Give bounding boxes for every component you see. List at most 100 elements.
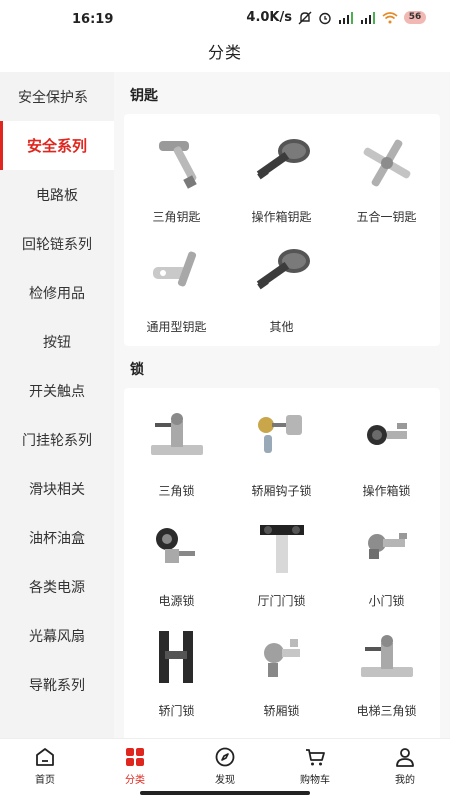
product-item[interactable]: 轿厢钩子锁 [229,394,334,504]
product-name: 五合一钥匙 [356,210,417,224]
battery-indicator: 56 [404,11,426,24]
nav-home[interactable]: 首页 [0,739,90,800]
product-grid-locks: 三角锁 轿厢钩子锁 操作箱锁 电源锁 厅门门锁 小门锁 轿门锁 轿厢锁 电梯三角… [124,388,440,738]
nav-label: 发现 [215,775,235,786]
status-bar: 16:19 4.0K/s 56 [0,0,450,38]
sidebar-item-label: 各类电源 [29,579,85,596]
product-item[interactable]: 其他 [229,230,334,340]
universal-key-image [142,238,212,308]
triangle-key-image [142,128,212,198]
status-time: 16:19 [72,12,114,27]
mute-icon [298,11,312,25]
product-name: 电源锁 [158,594,195,608]
network-speed: 4.0K/s [246,10,292,25]
sidebar-item-maintenance[interactable]: 检修用品 [0,268,114,317]
home-indicator [140,791,310,795]
nav-label: 分类 [125,775,145,786]
power-lock-image [142,512,212,582]
cart-icon [304,746,326,768]
compass-icon [214,746,236,768]
sidebar-item-return-chain[interactable]: 回轮链系列 [0,219,114,268]
elevator-triangle-lock-image [352,622,422,692]
product-item[interactable]: 厅门门锁 [229,504,334,614]
signal-icon-2 [360,11,376,24]
product-name: 操作箱钥匙 [251,210,312,224]
product-name: 通用型钥匙 [146,320,207,334]
car-lock-image [247,622,317,692]
product-name: 轿门锁 [158,704,195,718]
category-content: 钥匙 三角钥匙 操作箱钥匙 五合一钥匙 通用型钥匙 其他 锁 三角锁 轿厢钩子锁… [114,72,450,738]
other-key-image [247,238,317,308]
panel-lock-image [352,402,422,472]
section-title-locks: 锁 [130,362,144,378]
sidebar-item-label: 滑块相关 [29,481,85,498]
nav-label: 我的 [395,775,415,786]
product-item-partial[interactable] [334,724,439,738]
hall-door-lock-image [247,512,317,582]
sidebar-item-guide-shoe[interactable]: 导靴系列 [0,660,114,709]
product-item[interactable]: 操作箱钥匙 [229,120,334,230]
sidebar-item-label: 安全系列 [26,137,87,155]
product-name: 其他 [269,320,294,334]
product-name: 三角锁 [158,484,195,498]
sidebar-item-label: 按钮 [43,334,71,351]
sidebar-item-power-supply[interactable]: 各类电源 [0,562,114,611]
sidebar-item-slider[interactable]: 滑块相关 [0,464,114,513]
section-title-keys: 钥匙 [130,88,158,104]
product-grid-keys: 三角钥匙 操作箱钥匙 五合一钥匙 通用型钥匙 其他 [124,114,440,346]
nav-label: 购物车 [300,775,330,786]
cross-key-image [352,128,422,198]
product-item-partial[interactable] [229,724,334,738]
product-item[interactable]: 电梯三角锁 [334,614,439,724]
screen: 16:19 4.0K/s 56 分类 安全保护系 安全系列 电路板 回轮链系列 … [0,0,450,800]
sidebar-item-safety-protection[interactable]: 安全保护系 [0,72,114,121]
user-icon [394,746,416,768]
product-item[interactable]: 三角锁 [124,394,229,504]
nav-label: 首页 [35,775,55,786]
sidebar-item-safety-series[interactable]: 安全系列 [0,121,114,170]
sidebar-item-label: 检修用品 [29,285,85,302]
sidebar-item-light-curtain[interactable]: 光幕风扇 [0,611,114,660]
hook-lock-image [247,402,317,472]
triangle-lock-image [142,402,212,472]
product-item[interactable]: 三角钥匙 [124,120,229,230]
product-item[interactable]: 电源锁 [124,504,229,614]
sidebar-item-circuit-board[interactable]: 电路板 [0,170,114,219]
product-item[interactable]: 小门锁 [334,504,439,614]
signal-icon [338,11,354,24]
alarm-icon [318,11,332,25]
sidebar-item-label: 导靴系列 [29,677,85,694]
panel-key-image [247,128,317,198]
page-title: 分类 [207,43,242,62]
product-item[interactable]: 操作箱锁 [334,394,439,504]
product-item-partial[interactable] [124,724,229,738]
sidebar-item-switch-contact[interactable]: 开关触点 [0,366,114,415]
sidebar-item-label: 安全保护系 [18,89,88,106]
category-sidebar: 安全保护系 安全系列 电路板 回轮链系列 检修用品 按钮 开关触点 门挂轮系列 … [0,72,114,738]
product-name: 三角钥匙 [152,210,201,224]
product-item[interactable]: 轿厢锁 [229,614,334,724]
sidebar-item-button[interactable]: 按钮 [0,317,114,366]
sidebar-item-label: 光幕风扇 [29,628,85,645]
small-door-lock-image [352,512,422,582]
product-item[interactable]: 通用型钥匙 [124,230,229,340]
sidebar-item-label: 回轮链系列 [22,236,92,253]
wifi-icon [382,11,398,24]
sidebar-item-label: 油杯油盒 [29,530,85,547]
car-door-lock-image [142,622,212,692]
nav-me[interactable]: 我的 [360,739,450,800]
product-item[interactable]: 五合一钥匙 [334,120,439,230]
sidebar-item-label: 开关触点 [29,383,85,400]
product-name: 厅门门锁 [257,594,306,608]
page-header: 分类 [0,38,450,72]
product-name: 轿厢锁 [263,704,300,718]
sidebar-item-oil-cup[interactable]: 油杯油盒 [0,513,114,562]
sidebar-item-label: 电路板 [36,187,78,204]
product-item[interactable]: 轿门锁 [124,614,229,724]
sidebar-item-door-hanger-wheel[interactable]: 门挂轮系列 [0,415,114,464]
status-icons: 4.0K/s 56 [246,10,426,25]
category-icon [124,746,146,768]
product-name: 轿厢钩子锁 [251,484,312,498]
product-name: 操作箱锁 [362,484,411,498]
sidebar-item-label: 门挂轮系列 [22,432,92,449]
